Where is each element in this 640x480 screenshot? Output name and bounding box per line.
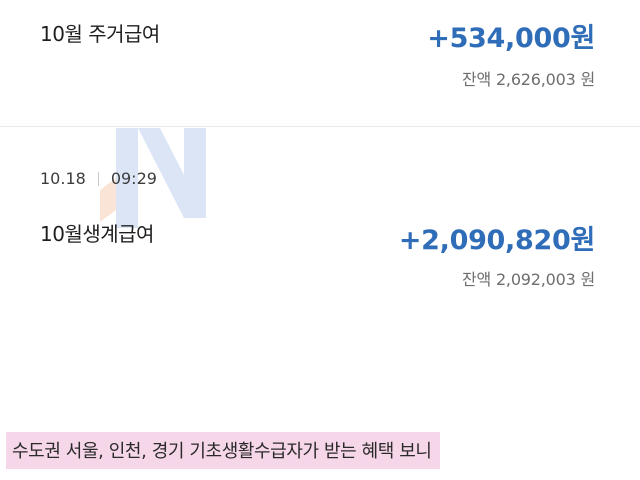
transaction-history-screen: 10월 주거급여 +534,000원 잔액 2,626,003 원 10.18 … <box>0 0 640 480</box>
transaction-amount: +534,000원 <box>427 23 595 54</box>
datetime-separator <box>97 171 99 186</box>
caption-highlight: 수도권 서울, 인천, 경기 기초생활수급자가 받는 혜택 보니 <box>6 432 440 469</box>
transaction-row[interactable]: 10월 주거급여 +534,000원 잔액 2,626,003 원 <box>0 0 640 120</box>
transaction-row[interactable]: 10.18 09:29 10월생계급여 +2,090,820원 잔액 2,092… <box>0 150 640 310</box>
transaction-amount: +2,090,820원 <box>398 225 595 256</box>
transaction-description: 10월 주거급여 <box>40 22 160 46</box>
transaction-balance: 잔액 2,092,003 원 <box>462 270 595 289</box>
transaction-date: 10.18 <box>40 169 86 188</box>
transaction-time: 09:29 <box>110 169 157 188</box>
transaction-description: 10월생계급여 <box>40 222 154 246</box>
transaction-balance: 잔액 2,626,003 원 <box>462 70 595 89</box>
transaction-datetime: 10.18 09:29 <box>40 169 157 188</box>
